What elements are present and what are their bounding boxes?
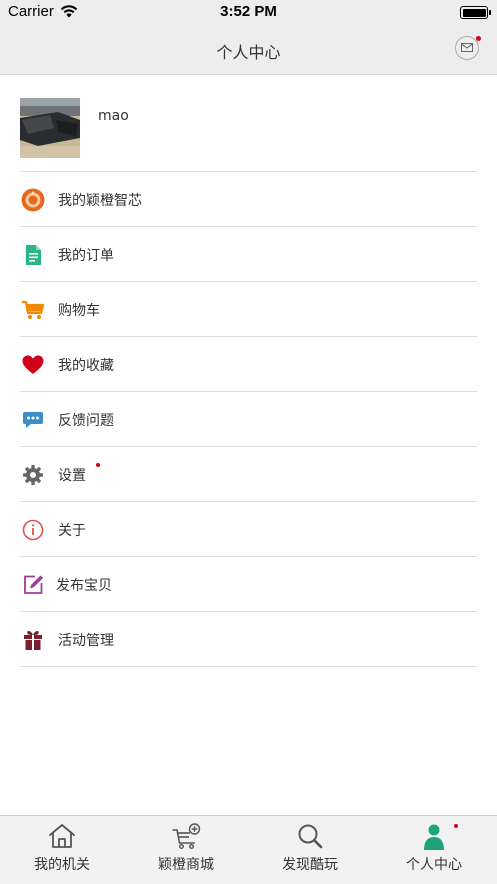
divider [20, 666, 477, 667]
cart-icon [22, 300, 45, 319]
search-icon [298, 824, 323, 849]
tab-profile[interactable]: 个人中心 [372, 816, 496, 884]
menu-label: 设置 [58, 468, 86, 484]
tab-label: 发现酷玩 [282, 857, 338, 873]
battery-icon [460, 6, 491, 19]
menu-item-settings[interactable]: 设置 [0, 447, 497, 502]
menu-item-orders[interactable]: 我的订单 [0, 227, 497, 282]
edit-icon [24, 575, 43, 594]
menu-label: 关于 [58, 523, 86, 539]
chip-icon [21, 188, 45, 212]
tab-label: 我的机关 [34, 857, 90, 873]
tab-discover[interactable]: 发现酷玩 [248, 816, 372, 884]
menu-label: 购物车 [58, 303, 100, 319]
profile-header[interactable]: mao [0, 74, 497, 171]
mail-icon [461, 43, 473, 52]
gear-icon [23, 465, 43, 485]
message-badge [476, 36, 481, 41]
menu-label: 发布宝贝 [56, 578, 112, 594]
page-title: 个人中心 [216, 43, 281, 62]
settings-badge [96, 463, 100, 467]
document-icon [26, 245, 41, 265]
menu-item-about[interactable]: 关于 [0, 502, 497, 557]
tab-badge [454, 824, 458, 828]
tab-bar: 我的机关 颖橙商城 发现酷玩 个人中心 [0, 815, 497, 884]
tab-store[interactable]: 颖橙商城 [124, 816, 248, 884]
tab-label: 个人中心 [406, 857, 462, 873]
avatar-photo [20, 98, 80, 158]
menu-label: 我的订单 [58, 248, 114, 264]
username: mao [98, 108, 129, 124]
menu-item-favorites[interactable]: 我的收藏 [0, 337, 497, 392]
menu-label: 我的颖橙智芯 [58, 193, 142, 209]
menu-item-cart[interactable]: 购物车 [0, 282, 497, 337]
menu-label: 活动管理 [58, 633, 114, 649]
status-bar: Carrier 3:52 PM [0, 0, 497, 24]
menu-item-activities[interactable]: 活动管理 [0, 612, 497, 667]
menu-item-chip[interactable]: 我的颖橙智芯 [0, 172, 497, 227]
chat-bubble-icon [23, 412, 43, 428]
menu-item-feedback[interactable]: 反馈问题 [0, 392, 497, 447]
navigation-bar: 个人中心 [0, 24, 497, 75]
info-icon [22, 519, 44, 541]
tab-label: 颖橙商城 [158, 857, 214, 873]
tab-home[interactable]: 我的机关 [0, 816, 124, 884]
menu-label: 反馈问题 [58, 413, 114, 429]
heart-icon [22, 355, 44, 374]
home-icon [49, 824, 75, 848]
message-button[interactable] [455, 36, 481, 60]
status-time: 3:52 PM [220, 3, 277, 20]
shopping-cart-add-icon [172, 823, 201, 850]
avatar[interactable] [20, 98, 80, 158]
menu-item-publish[interactable]: 发布宝贝 [0, 557, 497, 612]
person-icon [424, 824, 444, 850]
menu-label: 我的收藏 [58, 358, 114, 374]
gift-icon [24, 631, 42, 650]
